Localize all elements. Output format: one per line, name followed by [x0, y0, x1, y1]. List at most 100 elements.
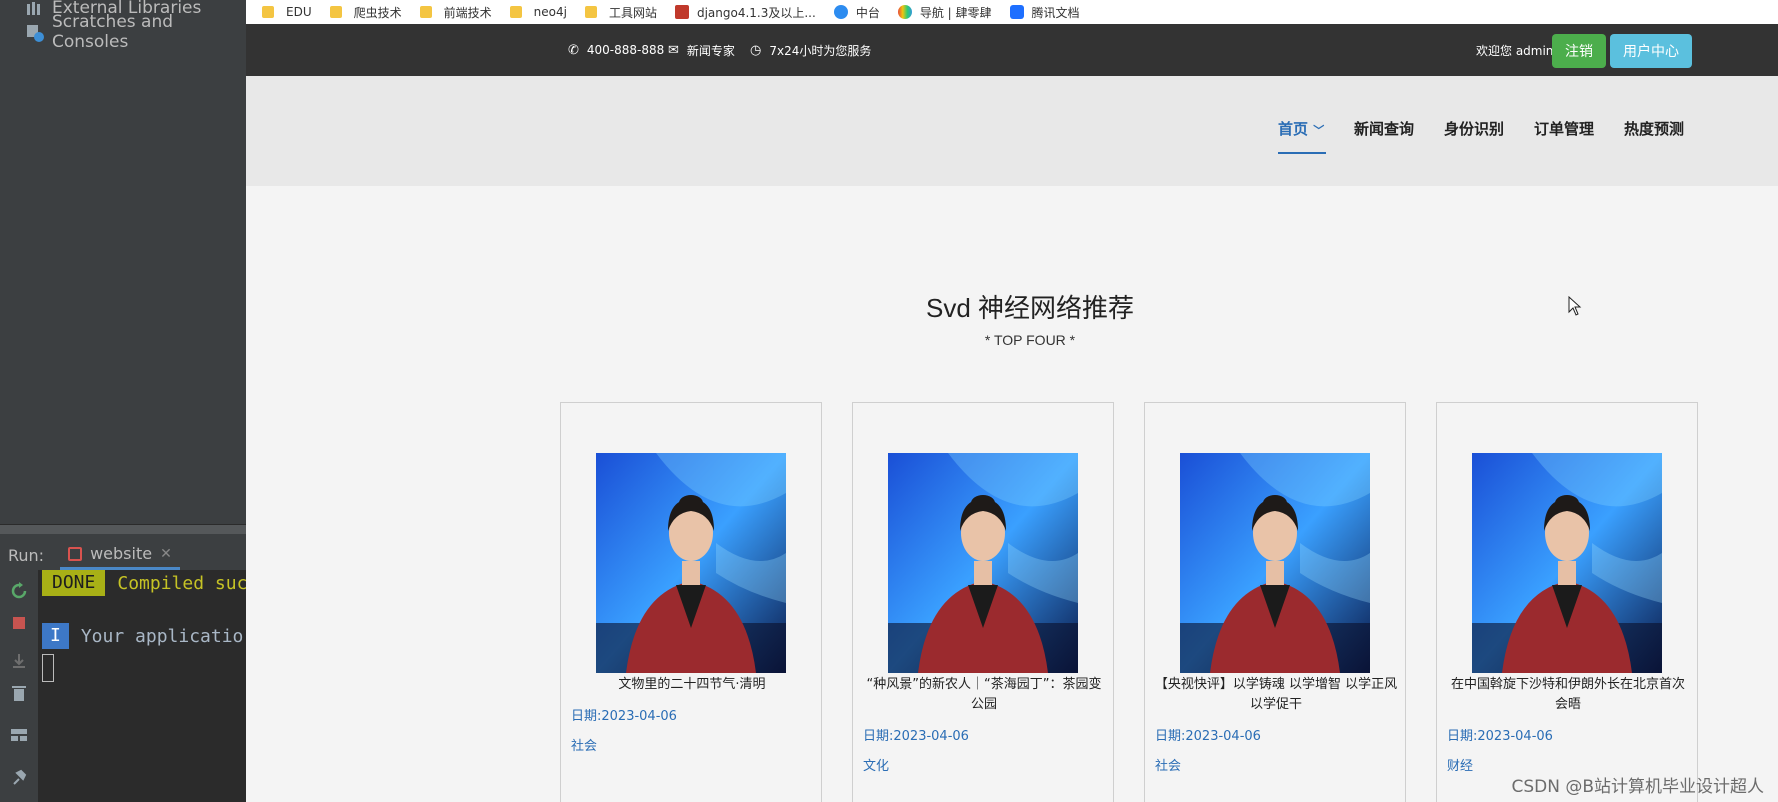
scroll-to-end-icon[interactable]: [10, 652, 28, 670]
console-text: Your applicatio: [80, 625, 244, 647]
logout-button[interactable]: 注销: [1552, 34, 1606, 68]
bookmark-label: django4.1.3及以上...: [696, 5, 816, 20]
ide-panel: External Libraries Scratches and Console…: [0, 0, 246, 802]
news-date: 日期:2023-04-06: [863, 729, 969, 744]
main-nav: 首页 ﹀ 新闻查询 身份识别 订单管理 热度预测: [246, 76, 1778, 186]
nav-label: 首页: [1278, 120, 1309, 138]
phone-text: 400-888-888: [586, 43, 665, 57]
news-card[interactable]: 在中国斡旋下沙特和伊朗外长在北京首次会晤 日期:2023-04-06 财经: [1436, 402, 1698, 802]
console-line: I Your applicatio: [42, 623, 243, 649]
hours-text: 7x24小时为您服务: [769, 43, 872, 58]
mouse-cursor-icon: [1568, 295, 1582, 321]
news-thumbnail[interactable]: [596, 453, 786, 673]
run-tab-website[interactable]: website ✕: [60, 540, 180, 570]
layout-icon[interactable]: [10, 726, 28, 744]
news-title[interactable]: 【央视快评】以学铸魂 以学增智 以学正风 以学促干: [1153, 675, 1399, 715]
nav-trend[interactable]: 热度预测: [1624, 118, 1684, 139]
news-category: 财经: [1447, 759, 1474, 774]
bookmark-label: neo4j: [533, 5, 567, 19]
bookmark-label: 导航 | 肆零肆: [919, 5, 992, 20]
news-thumbnail[interactable]: [1472, 453, 1662, 673]
chevron-down-icon: ﹀: [1313, 124, 1325, 137]
scratches-icon: [26, 24, 44, 42]
contact-phone: ✆ 400-888-888: [568, 24, 664, 76]
run-label: Run:: [8, 545, 45, 565]
folder-icon: [584, 6, 597, 18]
site-icon: [674, 5, 689, 19]
user-center-button[interactable]: 用户中心: [1610, 34, 1692, 68]
panel-splitter[interactable]: [0, 524, 246, 534]
news-category: 社会: [571, 739, 598, 754]
bookmark-edu[interactable]: EDU: [262, 5, 312, 19]
trash-icon[interactable]: [10, 684, 28, 702]
clock-icon: ◷: [750, 42, 762, 58]
nav-identity[interactable]: 身份识别: [1444, 118, 1504, 139]
folder-icon: [262, 6, 274, 18]
bookmark-label: 中台: [855, 5, 880, 20]
site-topbar: ✆ 400-888-888 ✉ 新闻专家 ◷ 7x24小时为您服务 欢迎您 ad…: [246, 24, 1778, 76]
nav-news-search[interactable]: 新闻查询: [1354, 118, 1414, 139]
info-badge: I: [42, 623, 69, 649]
bookmark-tools[interactable]: 工具网站: [584, 4, 657, 21]
bookmark-label: 爬虫技术: [353, 5, 402, 20]
news-category: 文化: [863, 759, 890, 774]
news-title[interactable]: 文物里的二十四节气·清明: [569, 675, 815, 695]
service-hours: ◷ 7x24小时为您服务: [750, 24, 871, 76]
news-card[interactable]: 文物里的二十四节气·清明 日期:2023-04-06 社会: [560, 402, 822, 802]
run-toolbar: Run: website ✕: [0, 540, 246, 570]
contact-email: ✉ 新闻专家: [668, 24, 735, 76]
news-thumbnail[interactable]: [1180, 453, 1370, 673]
browser-viewport: EDU 爬虫技术 前端技术 neo4j 工具网站 django4.1.3及以上.…: [246, 0, 1778, 802]
folder-icon: [329, 6, 342, 18]
run-tab-label: website: [90, 544, 153, 563]
site-icon: [1009, 5, 1024, 19]
bookmark-label: 工具网站: [608, 5, 657, 20]
bookmark-django[interactable]: django4.1.3及以上...: [674, 4, 816, 21]
console-line: DONE Compiled suc: [42, 570, 246, 596]
bookmark-zhongtai[interactable]: 中台: [833, 4, 880, 21]
tree-item-scratches[interactable]: Scratches and Consoles: [26, 12, 246, 52]
tree-item-label: Scratches and Consoles: [52, 12, 174, 52]
section-title-text: Svd 神经网络推荐: [925, 293, 1135, 323]
news-date: 日期:2023-04-06: [1155, 729, 1261, 744]
run-config-icon: [68, 546, 83, 561]
site-icon: [833, 5, 848, 19]
library-icon: [26, 0, 44, 16]
active-underline: [1278, 152, 1326, 154]
nav-orders[interactable]: 订单管理: [1534, 118, 1594, 139]
news-card[interactable]: 【央视快评】以学铸魂 以学增智 以学正风 以学促干 日期:2023-04-06 …: [1144, 402, 1406, 802]
news-date: 日期:2023-04-06: [1447, 729, 1553, 744]
bookmark-tencent-docs[interactable]: 腾讯文档: [1009, 4, 1080, 21]
email-text: 新闻专家: [686, 43, 735, 58]
news-category: 社会: [1155, 759, 1182, 774]
news-thumbnail[interactable]: [888, 453, 1078, 673]
console-output[interactable]: DONE Compiled suc I Your applicatio: [38, 570, 246, 802]
stop-icon[interactable]: [10, 614, 28, 632]
bookmarks-bar: EDU 爬虫技术 前端技术 neo4j 工具网站 django4.1.3及以上.…: [246, 0, 1778, 24]
console-cursor: [42, 654, 54, 682]
done-badge: DONE: [42, 570, 106, 596]
news-card[interactable]: “种风景”的新农人｜“茶海园丁”：茶园变公园 日期:2023-04-06 文化: [852, 402, 1114, 802]
watermark: CSDN @B站计算机毕业设计超人: [1511, 777, 1764, 797]
bookmark-neo4j[interactable]: neo4j: [509, 5, 567, 19]
envelope-icon: ✉: [668, 42, 679, 58]
news-date: 日期:2023-04-06: [571, 709, 677, 724]
bookmark-crawler[interactable]: 爬虫技术: [329, 4, 402, 21]
phone-icon: ✆: [568, 42, 579, 58]
bookmark-label: 腾讯文档: [1031, 5, 1080, 20]
bookmark-frontend[interactable]: 前端技术: [419, 4, 492, 21]
bookmark-label: EDU: [286, 5, 312, 19]
bookmark-label: 前端技术: [443, 5, 492, 20]
section-subtitle: * TOP FOUR *: [984, 332, 1076, 348]
bookmark-nav[interactable]: 导航 | 肆零肆: [897, 4, 992, 21]
close-icon[interactable]: ✕: [160, 546, 172, 562]
rainbow-icon: [897, 5, 912, 19]
pin-icon[interactable]: [10, 768, 28, 786]
news-title[interactable]: 在中国斡旋下沙特和伊朗外长在北京首次会晤: [1445, 675, 1691, 715]
folder-icon: [419, 6, 432, 18]
news-title[interactable]: “种风景”的新农人｜“茶海园丁”：茶园变公园: [861, 675, 1107, 715]
project-tree: External Libraries Scratches and Console…: [0, 0, 246, 520]
nav-home[interactable]: 首页 ﹀: [1278, 118, 1324, 139]
console-text: Compiled suc: [117, 572, 246, 594]
rerun-icon[interactable]: [10, 582, 28, 600]
